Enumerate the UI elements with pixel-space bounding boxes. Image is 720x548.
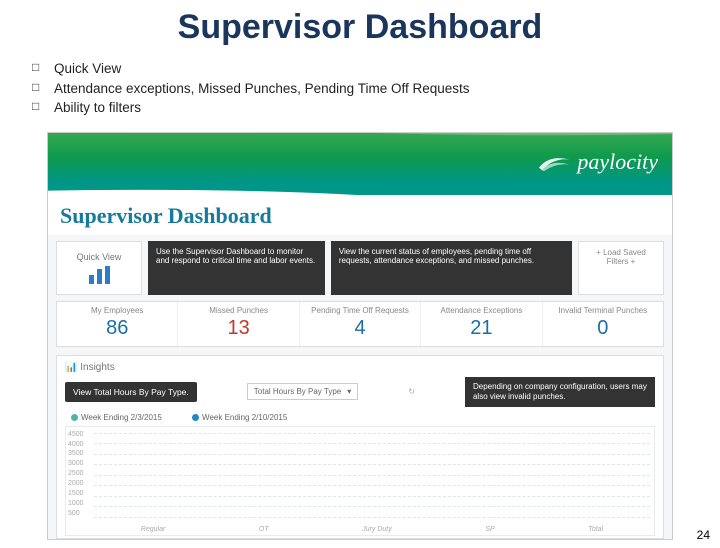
- load-filters-button[interactable]: + Load Saved Filters +: [578, 241, 664, 295]
- config-note: Depending on company configuration, user…: [465, 377, 655, 407]
- quick-view-card[interactable]: Quick View: [56, 241, 142, 295]
- legend-b: Week Ending 2/10/2015: [202, 413, 287, 422]
- stat-pending-timeoff[interactable]: Pending Time Off Requests 4: [299, 302, 420, 346]
- stat-label: Attendance Exceptions: [423, 306, 539, 315]
- stat-value: 86: [59, 317, 175, 340]
- slide-bullets: Quick View Attendance exceptions, Missed…: [54, 59, 720, 118]
- stat-missed-punches[interactable]: Missed Punches 13: [177, 302, 298, 346]
- quick-view-label: Quick View: [77, 252, 122, 262]
- pay-type-select[interactable]: Total Hours By Pay Type ▾: [247, 383, 358, 400]
- select-value: Total Hours By Pay Type: [254, 387, 341, 396]
- view-hours-button[interactable]: View Total Hours By Pay Type.: [65, 382, 197, 402]
- bars-icon: [89, 266, 110, 284]
- insights-label: Insights: [80, 362, 114, 373]
- dashboard-title: Supervisor Dashboard: [60, 203, 672, 229]
- stat-value: 21: [423, 317, 539, 340]
- insights-header: 📊 Insights: [65, 362, 655, 373]
- stat-invalid-punches[interactable]: Invalid Terminal Punches 0: [542, 302, 663, 346]
- legend-a: Week Ending 2/3/2015: [81, 413, 162, 422]
- slide-title: Supervisor Dashboard: [0, 8, 720, 47]
- stat-attendance-exceptions[interactable]: Attendance Exceptions 21: [420, 302, 541, 346]
- bullet-item: Attendance exceptions, Missed Punches, P…: [54, 79, 720, 99]
- x-axis: Regular OT Jury Duty SP Total: [94, 526, 650, 533]
- bullet-item: Quick View: [54, 59, 720, 79]
- brand-banner: paylocity: [48, 133, 672, 195]
- stat-label: Missed Punches: [180, 306, 296, 315]
- hours-chart: 4500 4000 3500 3000 2500 2000 1500 1000 …: [65, 426, 655, 536]
- dashboard-screenshot: paylocity Supervisor Dashboard Quick Vie…: [47, 132, 673, 540]
- stat-value: 4: [302, 317, 418, 340]
- brand-logo: paylocity: [537, 149, 658, 175]
- stat-value: 0: [545, 317, 661, 340]
- chart-icon: 📊: [65, 362, 77, 373]
- stat-label: My Employees: [59, 306, 175, 315]
- stat-my-employees[interactable]: My Employees 86: [57, 302, 177, 346]
- insights-panel: 📊 Insights View Total Hours By Pay Type.…: [56, 355, 664, 539]
- legend-dot-icon: [71, 414, 78, 421]
- bullet-item: Ability to filters: [54, 98, 720, 118]
- chart-legend: Week Ending 2/3/2015 Week Ending 2/10/20…: [71, 413, 655, 422]
- stat-value: 13: [180, 317, 296, 340]
- brand-name: paylocity: [577, 149, 658, 175]
- stat-label: Invalid Terminal Punches: [545, 306, 661, 315]
- stat-label: Pending Time Off Requests: [302, 306, 418, 315]
- chevron-down-icon: ▾: [347, 387, 351, 396]
- stat-row: My Employees 86 Missed Punches 13 Pendin…: [56, 301, 664, 347]
- legend-dot-icon: [192, 414, 199, 421]
- refresh-button[interactable]: ↻: [408, 387, 415, 396]
- tip-monitor: Use the Supervisor Dashboard to monitor …: [148, 241, 325, 295]
- swirl-icon: [537, 151, 571, 173]
- tip-status: View the current status of employees, pe…: [331, 241, 572, 295]
- y-axis: 4500 4000 3500 3000 2500 2000 1500 1000 …: [68, 431, 84, 517]
